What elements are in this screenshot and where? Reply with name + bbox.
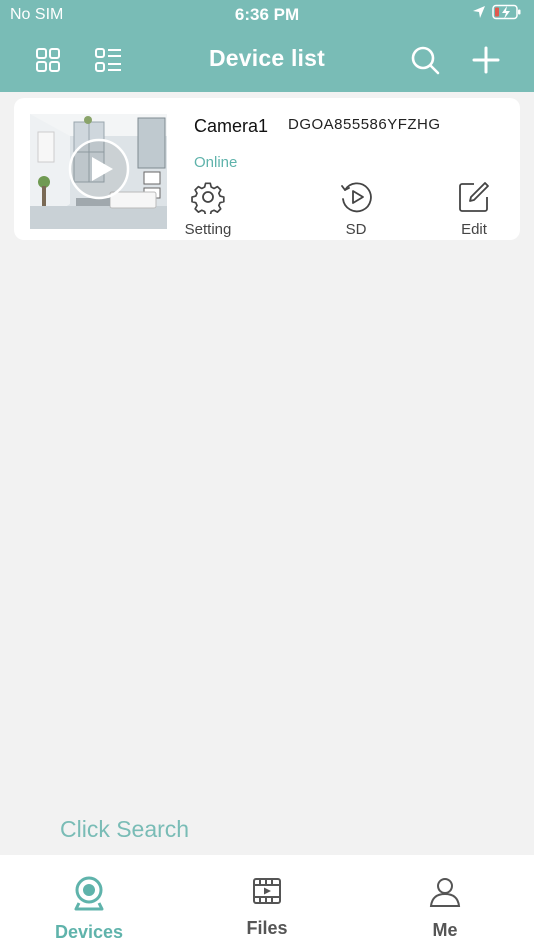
setting-label: Setting: [184, 221, 232, 238]
edit-label: Edit: [461, 221, 487, 238]
person-icon: [429, 878, 461, 907]
status-time: 6:36 PM: [234, 5, 300, 24]
battery-charging-icon: [492, 4, 521, 20]
sd-label: SD: [345, 221, 367, 238]
edit-icon: [459, 182, 489, 212]
tab-files-label: Files: [246, 918, 288, 938]
play-icon[interactable]: [68, 138, 130, 200]
search-button[interactable]: [405, 40, 445, 80]
camera-icon: [74, 876, 104, 911]
plus-icon: [472, 46, 500, 74]
page-title: Device list: [209, 45, 325, 71]
header: No SIM 6:36 PM Device list: [0, 0, 534, 92]
tab-me-label: Me: [432, 920, 458, 940]
search-icon: [411, 46, 440, 75]
tab-devices[interactable]: Devices: [29, 875, 149, 943]
setting-button[interactable]: Setting: [168, 180, 248, 238]
gear-icon: [191, 182, 225, 217]
status-indicators: [472, 4, 522, 20]
film-icon: [253, 878, 281, 904]
edit-button[interactable]: Edit: [434, 180, 514, 238]
add-device-button[interactable]: [466, 40, 506, 80]
location-arrow-icon: [473, 6, 485, 18]
tab-files[interactable]: Files: [207, 875, 327, 939]
device-name: Camera1: [194, 116, 269, 136]
sd-button[interactable]: SD: [316, 180, 396, 238]
tab-devices-label: Devices: [54, 922, 124, 942]
click-search-hint[interactable]: Click Search: [60, 816, 189, 843]
device-card[interactable]: Camera1 DGOA855586YFZHG Online Setting S…: [14, 98, 520, 240]
tab-me[interactable]: Me: [385, 875, 505, 941]
tab-bar: Devices Files Me: [0, 855, 534, 950]
device-id: DGOA855586YFZHG: [288, 116, 441, 133]
camera-preview[interactable]: [30, 114, 167, 229]
playback-icon: [341, 182, 372, 213]
status-badge: Online: [194, 154, 238, 171]
